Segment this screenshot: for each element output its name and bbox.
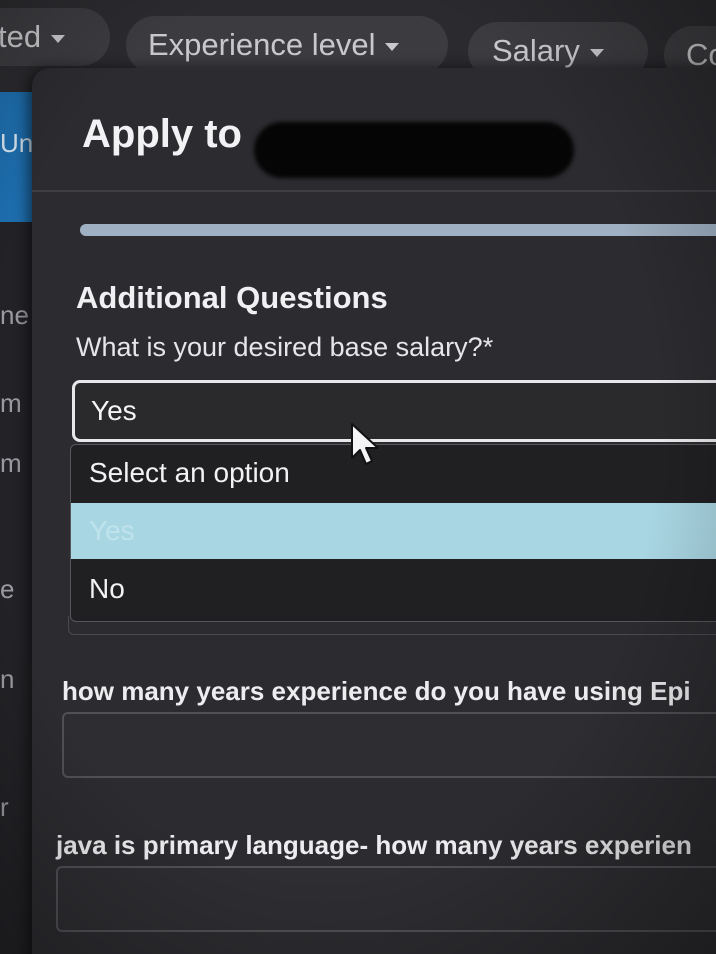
progress-bar-fill: [80, 224, 716, 236]
select-underlay-border: [68, 616, 716, 635]
redacted-company-name: [254, 122, 574, 178]
chevron-down-icon: [51, 34, 66, 43]
epic-experience-question-label: how many years experience do you have us…: [62, 676, 691, 706]
filter-pill-label: Experience level: [148, 27, 376, 62]
salary-question-label: What is your desired base salary?*: [76, 332, 494, 362]
filter-pill-label: Salary: [492, 33, 580, 68]
filter-pill-label: Co: [686, 37, 716, 72]
salary-select[interactable]: Yes: [72, 380, 716, 442]
java-experience-input[interactable]: [56, 866, 716, 932]
section-heading: Additional Questions: [76, 280, 388, 315]
epic-experience-input[interactable]: [62, 712, 716, 778]
application-progress-bar: [80, 224, 716, 236]
salary-options-dropdown: Select an option Yes No: [70, 444, 716, 622]
header-divider: [32, 190, 716, 192]
filter-pill-label: ted: [0, 19, 42, 54]
dropdown-option-no[interactable]: No: [71, 561, 716, 617]
screen: ted Experience level Salary Co Uni ne m …: [0, 0, 716, 954]
background-text-fragment: m: [0, 448, 22, 478]
chevron-down-icon: [385, 42, 400, 51]
chevron-down-icon: [589, 48, 604, 57]
background-text-fragment: e: [0, 574, 15, 604]
background-text-fragment: n: [0, 664, 15, 694]
background-text-fragment: ne: [0, 300, 29, 330]
apply-modal: Apply to Additional Questions What is yo…: [32, 68, 716, 954]
dropdown-option-yes[interactable]: Yes: [71, 503, 716, 559]
filter-pill-experience-level[interactable]: Experience level: [126, 16, 448, 74]
java-experience-question-label: java is primary language- how many years…: [56, 830, 692, 860]
filter-pill-date-posted[interactable]: ted: [0, 8, 110, 66]
modal-title: Apply to: [82, 112, 242, 156]
background-text-fragment: m: [0, 388, 22, 418]
mouse-cursor-icon: [351, 423, 379, 465]
dropdown-option-select-an-option[interactable]: Select an option: [71, 445, 716, 501]
background-text-fragment: r: [0, 792, 9, 822]
